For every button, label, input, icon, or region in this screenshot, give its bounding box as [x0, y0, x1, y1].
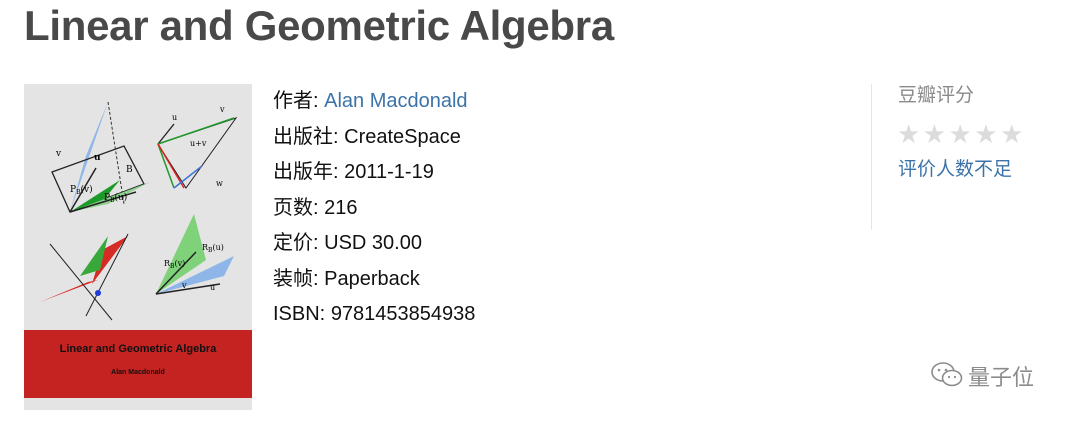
rating-stars: ★ ★ ★ ★ ★	[897, 119, 1024, 149]
info-label: ISBN:	[273, 303, 326, 325]
book-title: Linear and Geometric Algebra	[24, 2, 614, 49]
svg-text:RB(u): RB(u)	[202, 243, 224, 254]
info-label: 装帧:	[273, 267, 319, 290]
info-row-publisher: 出版社: CreateSpace	[273, 120, 475, 156]
info-label: 页数:	[273, 196, 319, 219]
author-link[interactable]: Alan Macdonald	[324, 90, 467, 112]
cover-title-text: Linear and Geometric Algebra	[59, 343, 217, 355]
svg-text:PB(v): PB(v)	[70, 184, 93, 196]
cover-title-band	[24, 330, 252, 398]
star-empty-icon: ★	[897, 119, 921, 149]
svg-text:w: w	[216, 179, 223, 188]
svg-text:u: u	[94, 153, 101, 163]
info-row-binding: 装帧: Paperback	[273, 262, 475, 298]
info-row-price: 定价: USD 30.00	[273, 226, 475, 262]
svg-text:v: v	[181, 281, 187, 290]
info-row-isbn: ISBN: 9781453854938	[273, 297, 475, 333]
star-empty-icon: ★	[922, 119, 947, 149]
svg-text:PB(u): PB(u)	[104, 192, 127, 204]
svg-text:v: v	[55, 149, 62, 159]
info-label: 定价:	[273, 232, 319, 254]
rating-divider	[871, 84, 872, 230]
info-value: 9781453854938	[330, 303, 476, 325]
star-empty-icon: ★	[948, 119, 972, 149]
cover-author-text: Alan Macdonald	[111, 369, 165, 376]
info-label: 作者:	[273, 90, 319, 112]
svg-text:u: u	[172, 113, 177, 122]
info-label: 出版社:	[273, 125, 339, 148]
info-value: USD 30.00	[324, 232, 422, 254]
book-cover-image[interactable]: v u B PB(v) PB(u) u v u+v w RB(v) RB(u) …	[24, 84, 252, 410]
info-value: 216	[324, 196, 358, 219]
wechat-icon	[931, 362, 963, 387]
svg-text:u: u	[210, 283, 215, 292]
book-info-list: 作者: Alan Macdonald 出版社: CreateSpace 出版年:…	[273, 84, 475, 333]
svg-text:v: v	[219, 105, 225, 114]
info-row-pages: 页数: 216	[273, 191, 475, 227]
watermark-text: 量子位	[968, 365, 1035, 390]
info-label: 出版年:	[273, 161, 339, 183]
info-row-author: 作者: Alan Macdonald	[273, 84, 475, 120]
rating-title: 豆瓣评分	[898, 85, 975, 106]
star-empty-icon: ★	[974, 119, 998, 149]
svg-text:B: B	[126, 165, 133, 175]
info-value: 2011-1-19	[344, 161, 434, 183]
rating-insufficient-link[interactable]: 评价人数不足	[898, 154, 1012, 181]
info-value: Paperback	[324, 267, 420, 290]
star-empty-icon: ★	[1000, 119, 1024, 149]
svg-text:u+v: u+v	[190, 139, 207, 148]
cover-illustration: v u B PB(v) PB(u) u v u+v w RB(v) RB(u) …	[40, 101, 238, 321]
info-value: CreateSpace	[344, 125, 461, 148]
info-row-publish-date: 出版年: 2011-1-19	[273, 155, 475, 191]
